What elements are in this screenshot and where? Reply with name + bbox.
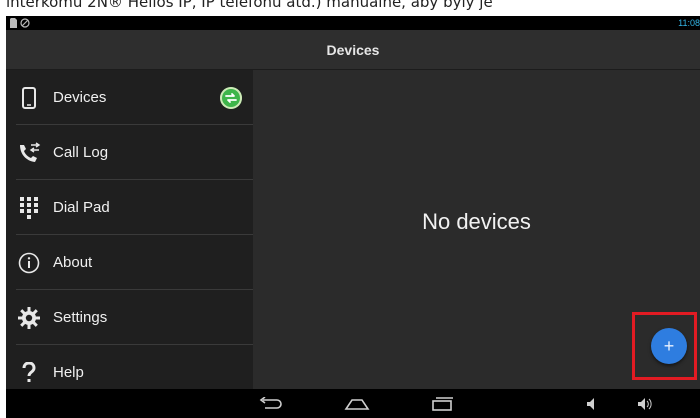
- volume-down-icon[interactable]: [584, 389, 600, 418]
- nav-item-label: Dial Pad: [53, 199, 110, 216]
- add-icon: +: [663, 336, 675, 356]
- back-icon[interactable]: [256, 389, 286, 418]
- status-clock: 11:08: [678, 18, 700, 28]
- nav-item-label: About: [53, 254, 93, 271]
- page-caption: interkomu 2N® Helios IP, IP telefonu atd…: [0, 0, 700, 16]
- home-icon[interactable]: [342, 389, 372, 418]
- volume-up-icon[interactable]: [636, 389, 654, 418]
- nav-item-about[interactable]: About: [6, 235, 253, 290]
- add-device-button[interactable]: +: [651, 328, 687, 364]
- nav-item-label: Settings: [53, 309, 108, 326]
- call-log-icon: [17, 141, 41, 165]
- nav-item-label: Help: [53, 364, 84, 381]
- no-signal-icon: [20, 18, 30, 28]
- sync-icon[interactable]: [220, 86, 242, 109]
- status-bar: 11:08: [6, 16, 700, 30]
- system-navigation-bar: [6, 389, 700, 418]
- dialpad-icon: [17, 196, 41, 220]
- sd-card-icon: [10, 18, 17, 28]
- action-bar: Devices: [6, 30, 700, 70]
- nav-item-call-log[interactable]: Call Log: [6, 125, 253, 180]
- nav-item-settings[interactable]: Settings: [6, 290, 253, 345]
- info-icon: [17, 251, 41, 275]
- nav-item-label: Call Log: [53, 144, 109, 161]
- caption-text: interkomu 2N® Helios IP, IP telefonu atd…: [6, 0, 493, 11]
- app-window: Devices Devices Call Log Dial Pad About …: [6, 30, 700, 389]
- nav-item-label: Devices: [53, 89, 107, 106]
- gear-icon: [17, 306, 41, 330]
- recents-icon[interactable]: [428, 389, 458, 418]
- empty-state-message: No devices: [422, 209, 531, 234]
- nav-item-devices[interactable]: Devices: [6, 70, 253, 125]
- question-icon: [17, 361, 41, 385]
- navigation-drawer: Devices Call Log Dial Pad About Settings…: [6, 70, 253, 389]
- phone-icon: [17, 86, 41, 110]
- nav-item-dial-pad[interactable]: Dial Pad: [6, 180, 253, 235]
- page-title: Devices: [326, 42, 380, 58]
